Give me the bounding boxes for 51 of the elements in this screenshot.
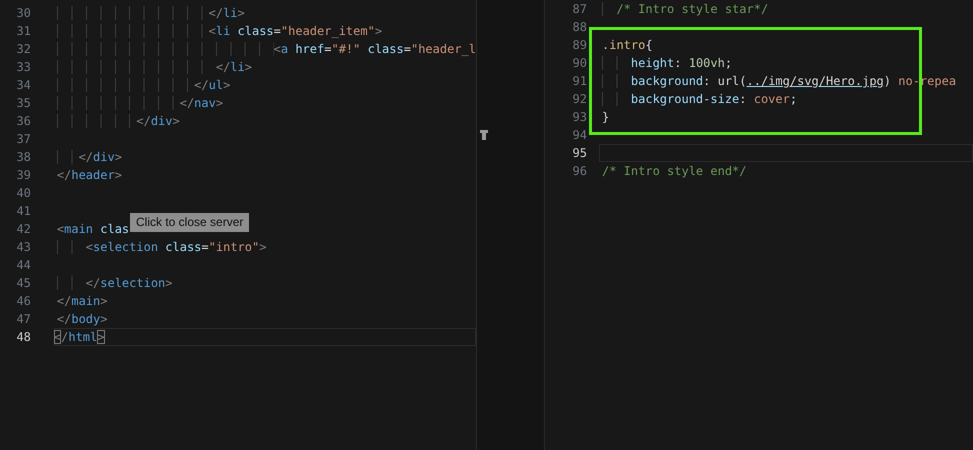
line-number: 36 [15,113,31,130]
line-number: 43 [15,239,31,256]
code-line: </header> [56,168,122,182]
code-line: </main> [56,294,108,308]
line-number: 32 [15,41,31,58]
line-number: 48 [15,329,31,346]
code-line: </ul> [56,78,230,92]
line-number: 44 [15,257,31,274]
code-line: /* Intro style star*/ [602,2,768,16]
code-line: <a href="#!" class="header_l [56,42,476,56]
bookmark-icon [480,130,488,140]
line-number: 96 [572,163,587,180]
line-number: 88 [572,19,587,36]
code-line: </li> [56,60,252,74]
line-number: 90 [572,55,587,72]
line-number: 38 [15,149,31,166]
line-number: 40 [15,185,31,202]
line-number: 42 [15,221,31,238]
code-line: </selection> [56,276,173,290]
line-number: 89 [572,37,587,54]
code-line: <selection class="intro"> [56,240,266,254]
code-line: .intro{ [602,38,653,52]
code-line: } [602,110,610,124]
code-line: </div> [56,114,180,128]
code-line: height: 100vh; [602,56,732,70]
code-line: <main clas [56,222,130,236]
line-number: 47 [15,311,31,328]
line-number: 91 [572,73,587,90]
line-number: 93 [572,109,587,126]
line-number: 35 [15,95,31,112]
line-number: 46 [15,293,31,310]
code-line: <li class="header_item"> [56,24,382,38]
line-number: 87 [572,1,587,18]
code-line: </div> [56,150,122,164]
code-line: </nav> [56,96,224,110]
line-number: 30 [15,5,31,22]
line-number: 94 [572,127,587,144]
code-line: /* Intro style end*/ [602,164,746,178]
code-line: </body> [56,312,108,326]
line-number: 37 [15,131,31,148]
code-line: </li> [56,6,245,20]
line-number: 31 [15,23,31,40]
line-number: 39 [15,167,31,184]
line-number: 45 [15,275,31,292]
tooltip: Click to close server [130,213,250,232]
line-number: 41 [15,203,31,220]
line-number: 95 [572,145,587,162]
code-line: background-size: cover; [602,92,798,106]
line-number: 92 [572,91,587,108]
line-number: 34 [15,77,31,94]
line-number: 33 [15,59,31,76]
